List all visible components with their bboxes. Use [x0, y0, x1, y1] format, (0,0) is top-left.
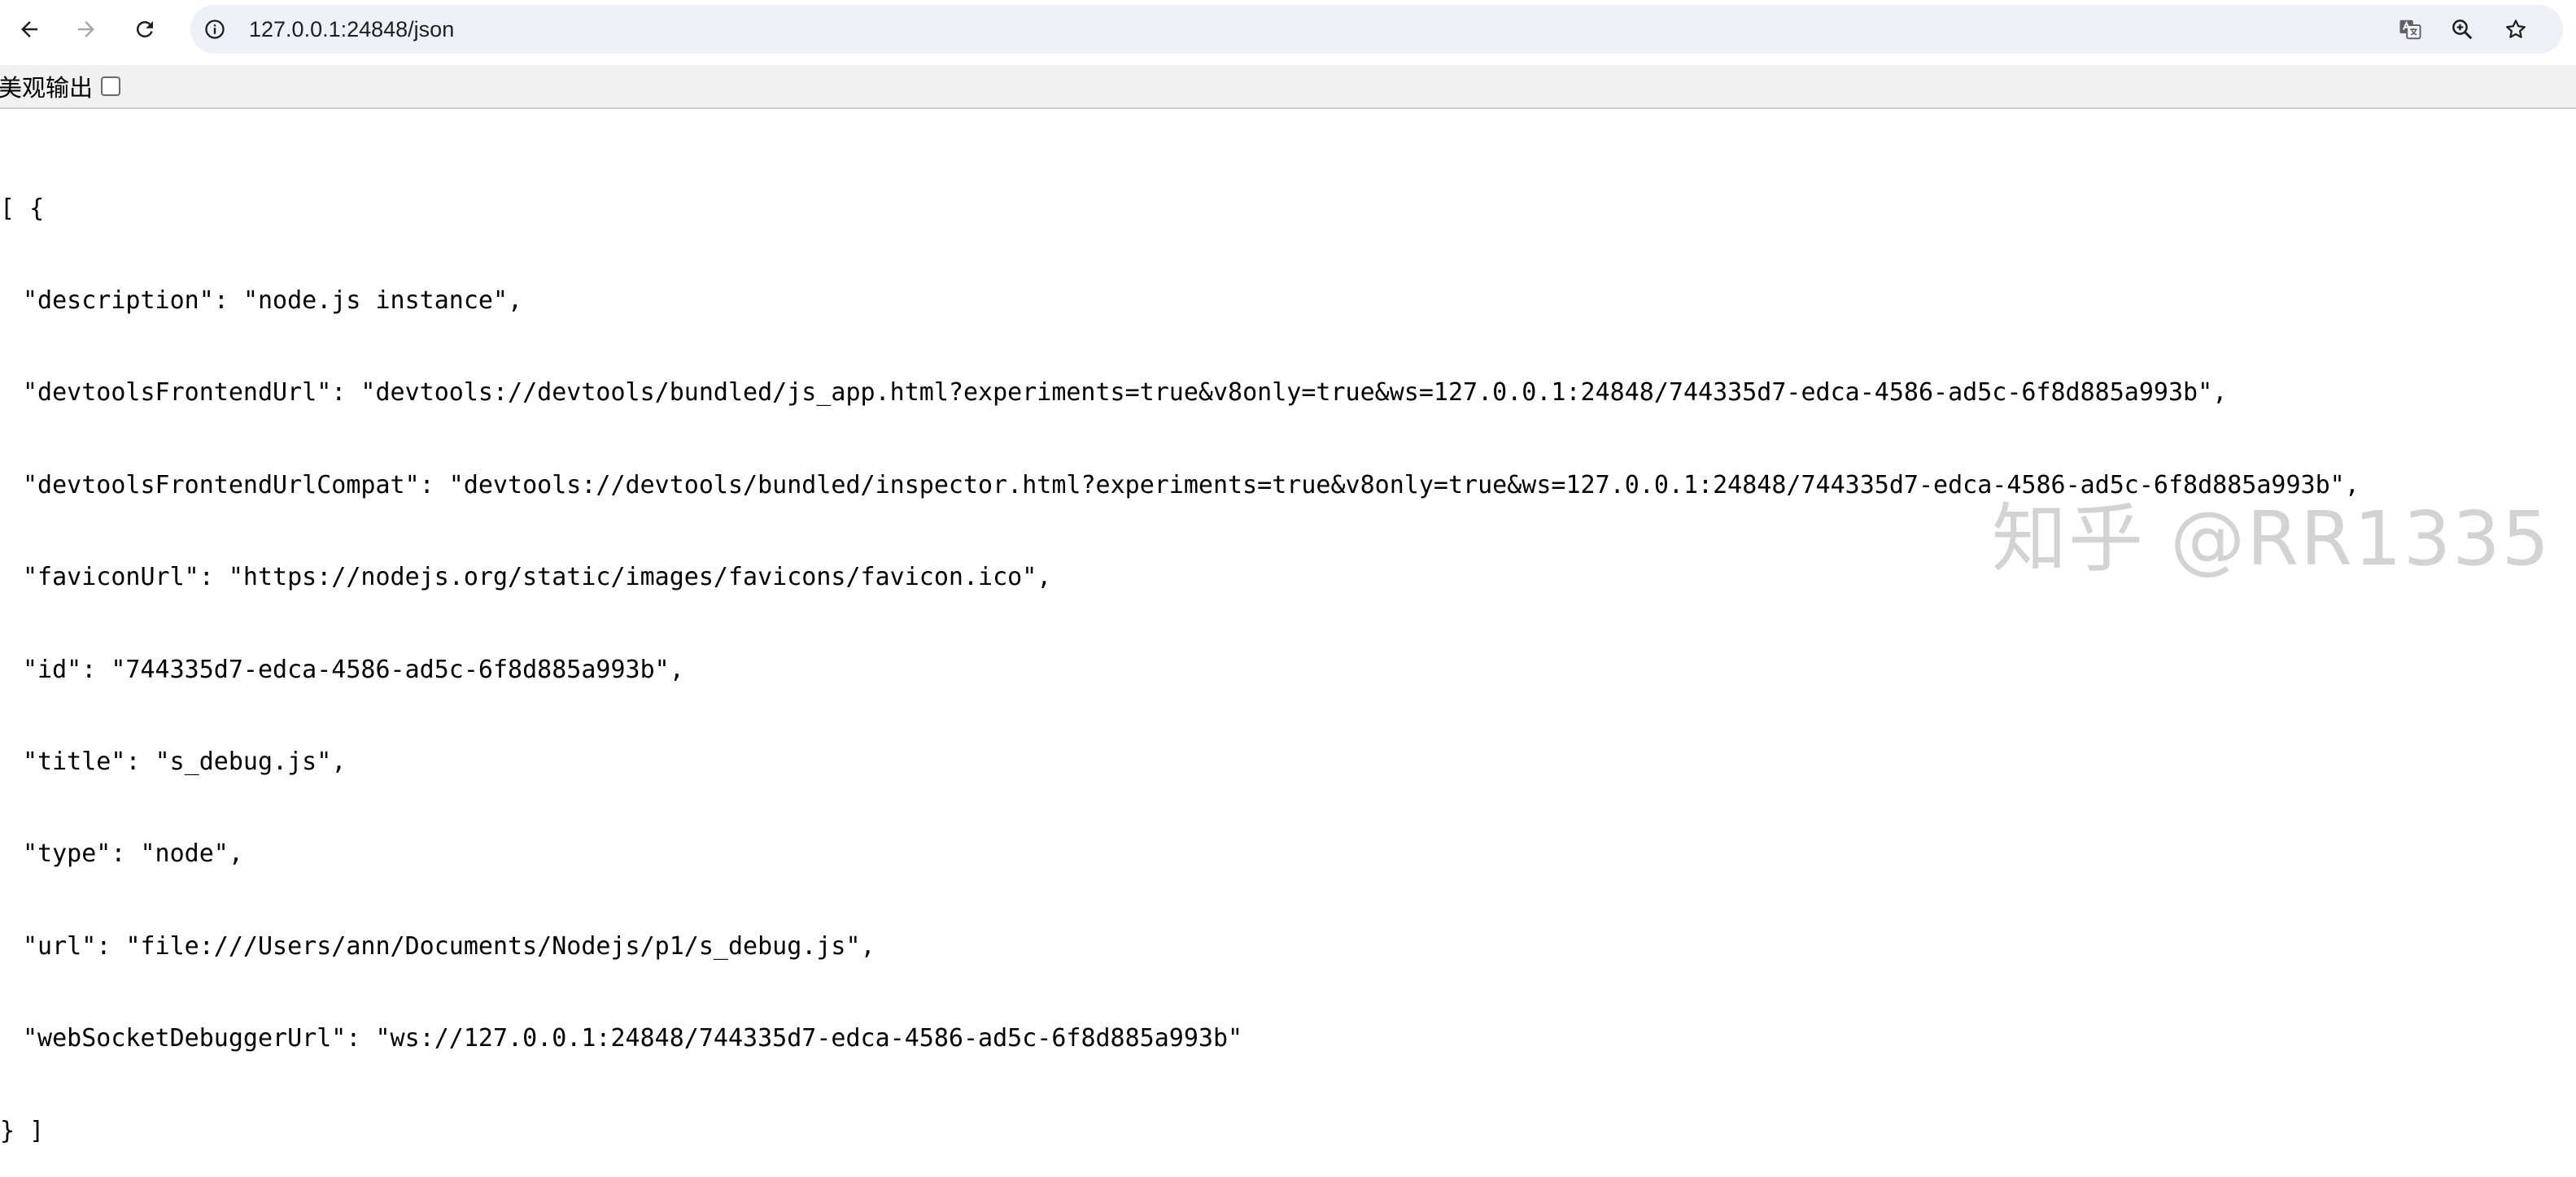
translate-icon: [2399, 20, 2421, 40]
json-value: "ws://127.0.0.1:24848/744335d7-edca-4586…: [375, 1024, 1243, 1053]
json-open-line: [ {: [0, 194, 2360, 225]
json-entry: "id": "744335d7-edca-4586-ad5c-6f8d885a9…: [23, 655, 684, 684]
watermark: 知乎 @RR1335: [1992, 495, 2552, 582]
pretty-print-checkbox[interactable]: [101, 76, 121, 96]
pretty-print-label: 美观输出: [0, 74, 94, 102]
translate-button[interactable]: [2394, 13, 2426, 46]
site-info-icon[interactable]: [200, 15, 229, 44]
json-value: "744335d7-edca-4586-ad5c-6f8d885a993b": [111, 655, 670, 684]
reload-button[interactable]: [127, 11, 163, 47]
json-key: "webSocketDebuggerUrl": [23, 1024, 347, 1053]
json-value: "file:///Users/ann/Documents/Nodejs/p1/s…: [125, 931, 861, 961]
json-comma: ,: [2212, 378, 2228, 408]
zoom-button[interactable]: [2446, 13, 2478, 46]
json-content: [ { "description": "node.js instance", "…: [0, 132, 2360, 1177]
json-key: "faviconUrl": [23, 563, 199, 592]
json-entry: "type": "node",: [23, 839, 243, 869]
json-key: "type": [23, 839, 111, 869]
address-bar[interactable]: 127.0.0.1:24848/json: [190, 5, 2563, 54]
json-close-line: } ]: [0, 1116, 2360, 1147]
json-key: "title": [23, 747, 126, 776]
zoom-icon: [2452, 20, 2473, 40]
json-entry: "webSocketDebuggerUrl": "ws://127.0.0.1:…: [23, 1024, 1243, 1053]
json-key: "devtoolsFrontendUrlCompat": [23, 470, 420, 499]
json-value: "node": [140, 839, 229, 869]
arrow-right-icon: [78, 21, 94, 37]
json-comma: ,: [508, 286, 523, 315]
pretty-print-bar: 美观输出: [0, 65, 2576, 109]
json-entry: "title": "s_debug.js",: [23, 747, 347, 776]
json-value: "https://nodejs.org/static/images/favico…: [228, 563, 1037, 592]
forward-button[interactable]: [68, 11, 104, 47]
json-key: "url": [23, 931, 97, 961]
json-entry: "url": "file:///Users/ann/Documents/Node…: [23, 931, 875, 961]
json-comma: ,: [669, 655, 684, 684]
json-comma: ,: [228, 839, 243, 869]
json-key: "devtoolsFrontendUrl": [23, 378, 332, 408]
arrow-left-icon: [21, 21, 37, 37]
json-value: "node.js instance": [242, 286, 509, 315]
json-key: "id": [23, 655, 82, 684]
json-value: "devtools://devtools/bundled/js_app.html…: [360, 378, 2213, 408]
url-text[interactable]: 127.0.0.1:24848/json: [249, 5, 454, 54]
back-button[interactable]: [11, 11, 47, 47]
json-key: "description": [23, 286, 214, 315]
json-comma: ,: [860, 931, 875, 961]
star-icon: [2506, 20, 2526, 38]
json-open-bracket: [ {: [0, 194, 45, 223]
json-entry: "devtoolsFrontendUrl": "devtools://devto…: [23, 378, 2228, 408]
json-close-bracket: } ]: [0, 1116, 45, 1145]
json-comma: ,: [331, 747, 347, 776]
browser-toolbar: 127.0.0.1:24848/json: [0, 0, 2576, 63]
json-value: "s_debug.js": [155, 747, 332, 776]
json-comma: ,: [1037, 563, 1052, 592]
bookmark-button[interactable]: [2500, 13, 2532, 46]
reload-icon: [136, 20, 153, 37]
json-entry: "description": "node.js instance",: [23, 286, 523, 315]
